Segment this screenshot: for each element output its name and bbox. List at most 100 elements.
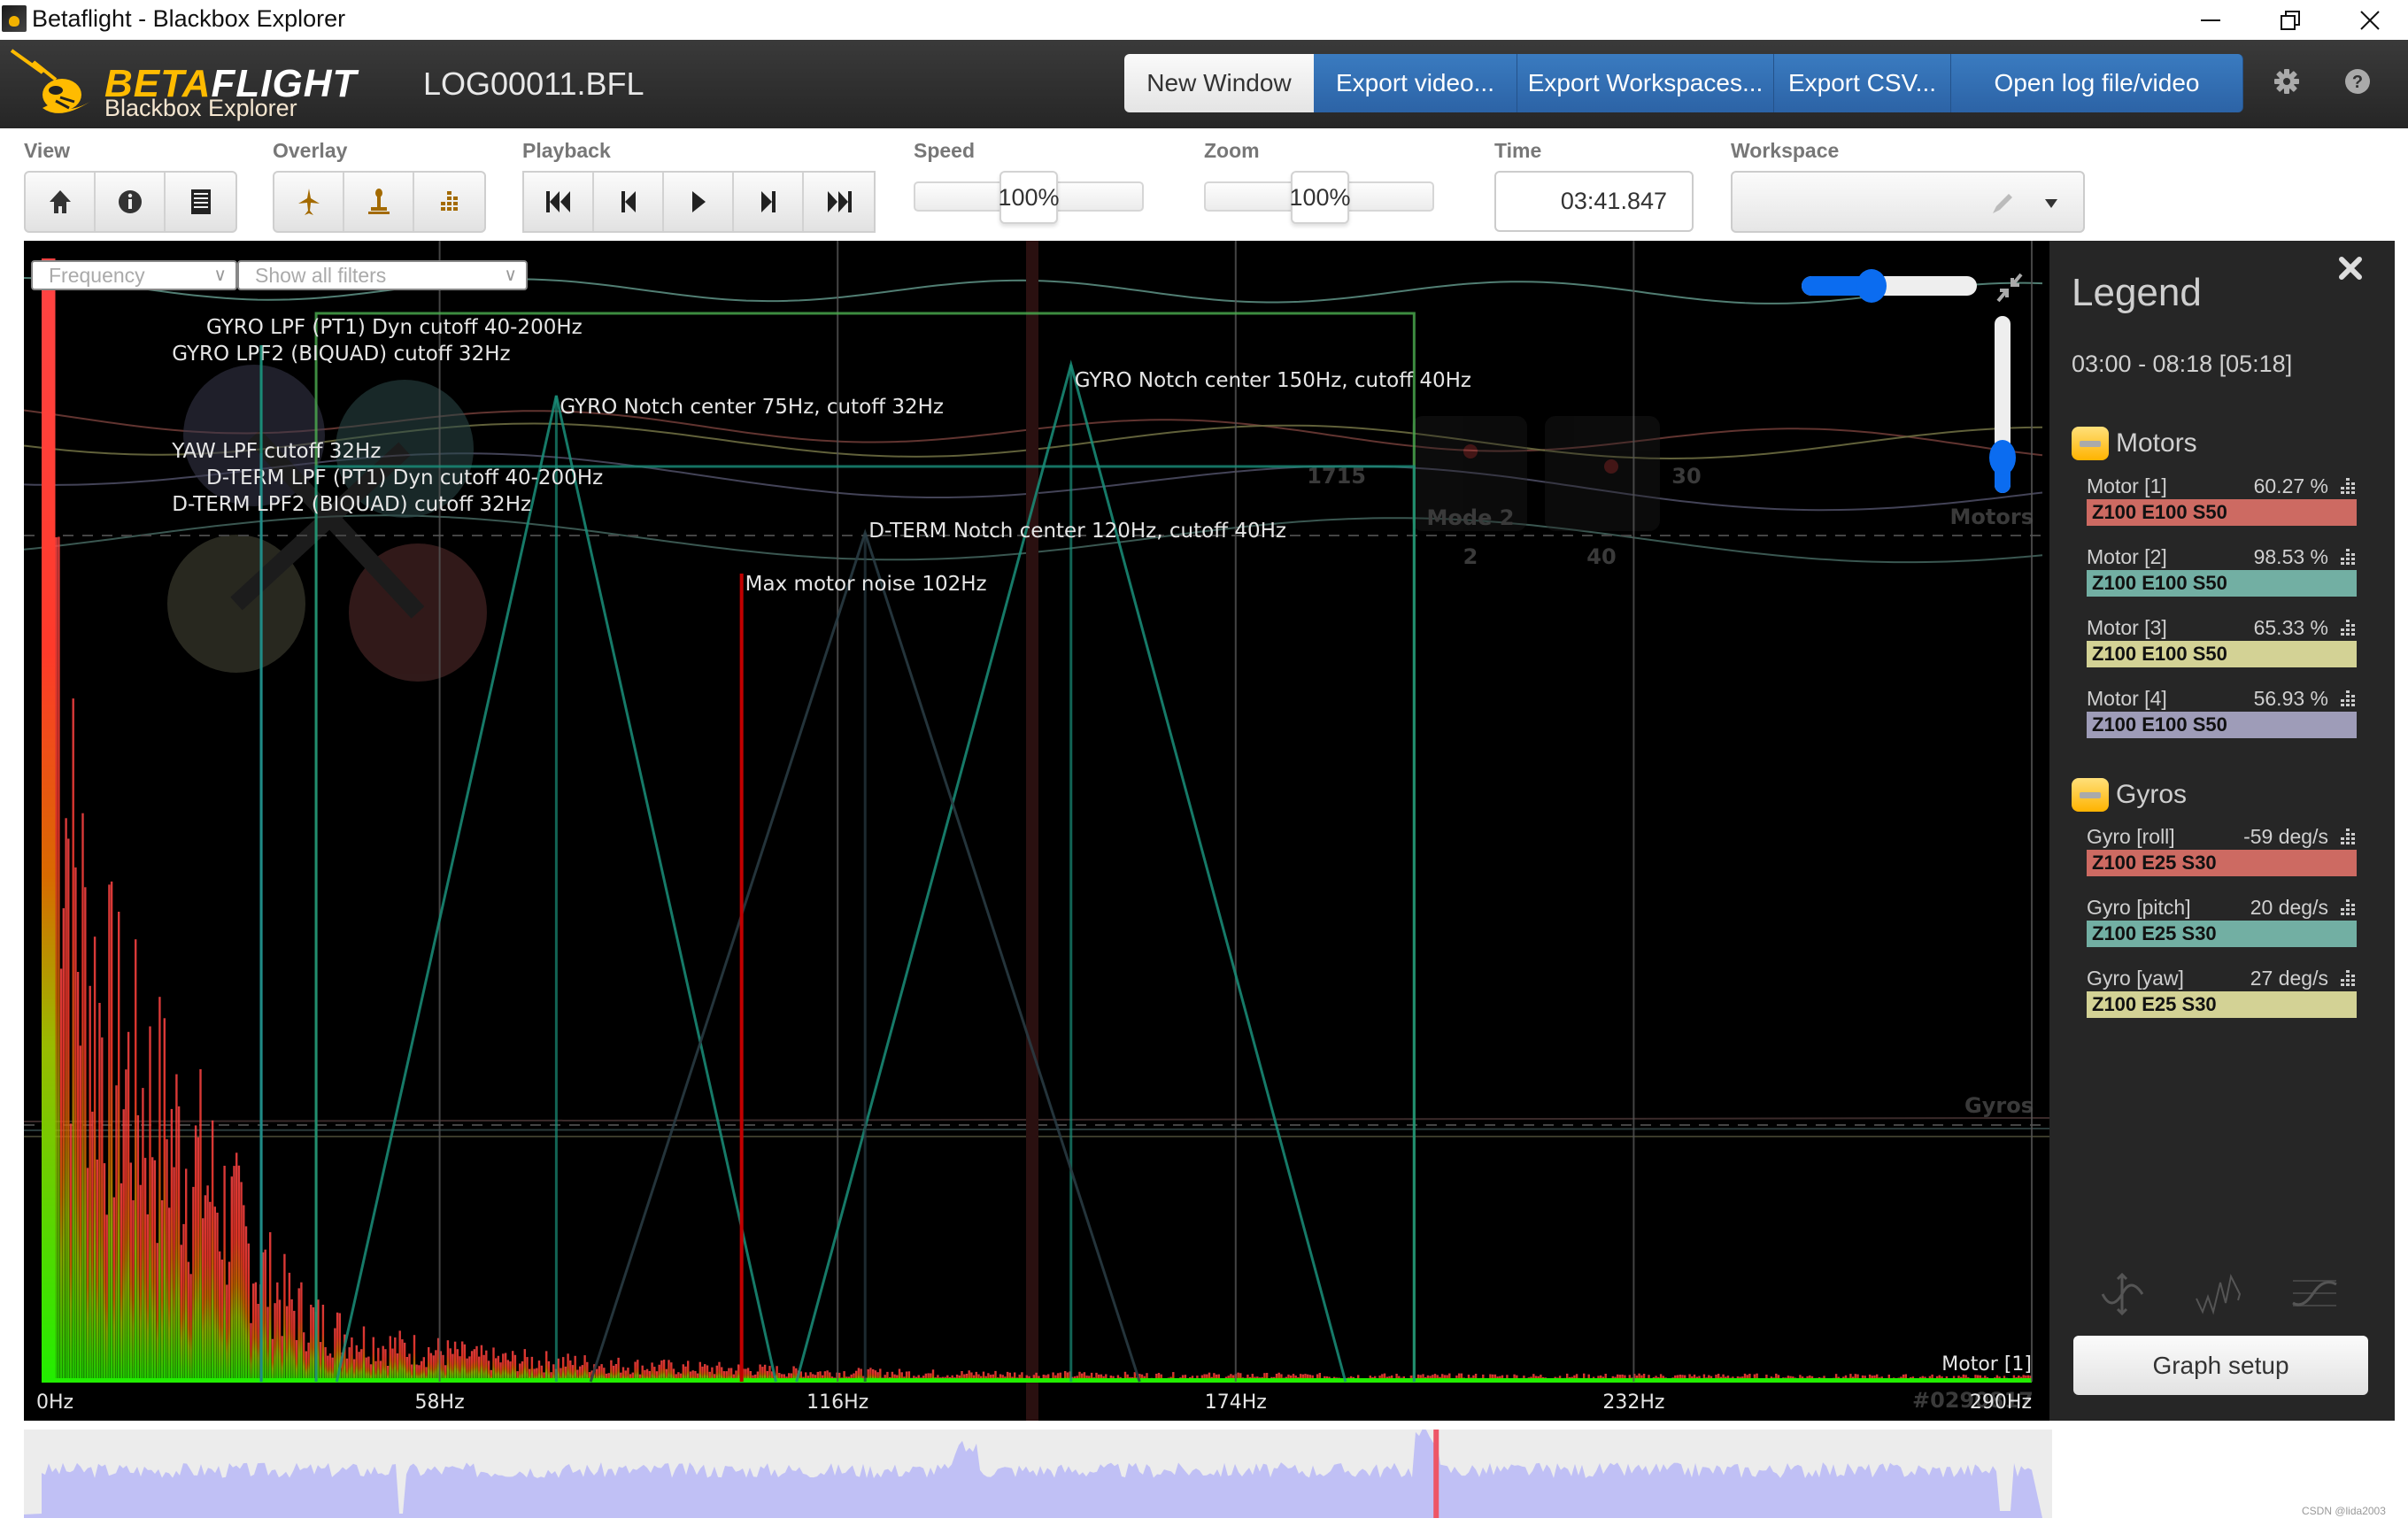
legend-group-motors[interactable]: Motors	[2072, 425, 2197, 462]
spectrum-icon[interactable]	[2339, 619, 2357, 636]
spectrum-bar	[442, 1354, 444, 1382]
spectrum-bar	[334, 1328, 336, 1382]
analyser-zoom-y-slider[interactable]	[1989, 316, 2016, 493]
sticks-overlay-button[interactable]	[344, 173, 414, 231]
help-button[interactable]: ?	[2340, 64, 2375, 99]
chevron-down-icon: ∨	[213, 266, 227, 285]
legend-item-setting[interactable]: Z100 E25 S30	[2087, 991, 2357, 1018]
legend-item-setting[interactable]: Z100 E100 S50	[2087, 499, 2357, 526]
spectrum-icon[interactable]	[2339, 690, 2357, 707]
minimize-button[interactable]	[2171, 0, 2250, 40]
legend-group-gyros[interactable]: Gyros	[2072, 776, 2187, 813]
speed-slider-handle[interactable]: 100%	[998, 171, 1060, 224]
joystick-icon	[367, 189, 390, 214]
collapse-toggle-icon[interactable]	[2072, 778, 2109, 812]
spectrum-bar	[382, 1345, 384, 1382]
new-window-button[interactable]: New Window	[1124, 54, 1314, 112]
filter-label: GYRO Notch center 150Hz, cutoff 40Hz	[1075, 369, 1471, 392]
legend-item[interactable]: Motor [3] 65.33 % Z100 E100 S50	[2087, 614, 2357, 667]
legend-item[interactable]: Gyro [roll] -59 deg/s Z100 E25 S30	[2087, 823, 2357, 876]
graph-setup-button[interactable]: Graph setup	[2073, 1336, 2368, 1395]
analyser-zoom-x-slider[interactable]	[1802, 269, 1977, 303]
spectrum-bar	[367, 1356, 370, 1382]
legend-item[interactable]: Motor [4] 56.93 % Z100 E100 S50	[2087, 685, 2357, 738]
step-forward-button[interactable]	[734, 173, 804, 231]
filter-label: D-TERM Notch center 120Hz, cutoff 40Hz	[868, 520, 1286, 543]
play-button[interactable]	[664, 173, 734, 231]
legend-close-button[interactable]	[2339, 253, 2362, 288]
minimap-cursor[interactable]	[1433, 1430, 1439, 1518]
legend-item-setting[interactable]: Z100 E100 S50	[2087, 712, 2357, 738]
chevron-down-icon[interactable]	[2044, 198, 2058, 209]
legend-item[interactable]: Motor [1] 60.27 % Z100 E100 S50	[2087, 473, 2357, 526]
spectrum-bar	[461, 1341, 464, 1382]
export-workspaces-button[interactable]: Export Workspaces...	[1517, 54, 1774, 112]
filter-label: D-TERM LPF (PT1) Dyn cutoff 40-200Hz	[206, 466, 603, 489]
legend-item[interactable]: Gyro [yaw] 27 deg/s Z100 E25 S30	[2087, 965, 2357, 1018]
spectrum-icon[interactable]	[2339, 969, 2357, 987]
log-seek-bar[interactable]	[24, 1429, 2052, 1518]
legend-item-label: Gyro [roll]	[2087, 824, 2175, 848]
restore-icon	[2281, 10, 2300, 30]
restore-button[interactable]	[2250, 0, 2330, 40]
spectrum-bar	[545, 1351, 548, 1382]
spectrum-icon[interactable]	[2339, 828, 2357, 845]
filter-mode-select[interactable]: Show all filters ∨	[237, 260, 528, 290]
spectrum-bar	[446, 1340, 450, 1382]
spectrum-icon[interactable]	[2339, 477, 2357, 495]
export-video-button[interactable]: Export video...	[1314, 54, 1517, 112]
analyser-overlay-button[interactable]	[414, 173, 484, 231]
zoom-slider-handle[interactable]: 100%	[1289, 171, 1351, 224]
spectrum-icon[interactable]	[2339, 898, 2357, 916]
legend-item-setting[interactable]: Z100 E100 S50	[2087, 570, 2357, 597]
legend-item-setting[interactable]: Z100 E100 S50	[2087, 641, 2357, 667]
compress-icon[interactable]	[1996, 273, 2023, 303]
legend-item[interactable]: Gyro [pitch] 20 deg/s Z100 E25 S30	[2087, 894, 2357, 947]
spectrum-bar	[271, 1338, 274, 1382]
frequency-analyser-chart: 1715 Mode 2 2 40 30 Motors Gyros #029081…	[24, 241, 2052, 1421]
settings-button[interactable]	[2269, 64, 2304, 99]
spectrum-bar	[244, 1226, 248, 1382]
legend-item-setting[interactable]: Z100 E25 S30	[2087, 850, 2357, 876]
spectrum-bar	[135, 939, 137, 1382]
legend-item-label: Gyro [yaw]	[2087, 966, 2184, 990]
collapse-toggle-icon[interactable]	[2072, 427, 2109, 460]
spectrum-bar	[250, 1322, 252, 1382]
home-button[interactable]	[26, 173, 96, 231]
betaflight-logo-icon	[10, 49, 91, 113]
time-input[interactable]: 03:41.847	[1494, 171, 1694, 232]
spectrum-bar	[42, 258, 56, 1382]
legend-item[interactable]: Motor [2] 98.53 % Z100 E100 S50	[2087, 543, 2357, 597]
analyser-zoom-y-handle[interactable]	[1989, 440, 2016, 475]
spectrum-bar	[310, 1305, 313, 1382]
step-back-button[interactable]	[594, 173, 664, 231]
log-table-button[interactable]	[166, 173, 235, 231]
workspace-select[interactable]	[1731, 171, 2085, 233]
close-window-button[interactable]	[2330, 0, 2408, 40]
playback-button-group	[522, 171, 876, 233]
motors-ghost-label: Motors	[1950, 505, 2034, 529]
legend-panel: Legend 03:00 - 08:18 [05:18] Motors Moto…	[2049, 241, 2395, 1421]
craft-overlay-button[interactable]	[274, 173, 344, 231]
spectrum-icon[interactable]	[2339, 548, 2357, 566]
legend-item-value: 60.27 %	[2253, 474, 2328, 497]
open-log-button[interactable]: Open log file/video	[1951, 54, 2243, 112]
legend-item-setting[interactable]: Z100 E25 S30	[2087, 921, 2357, 947]
legend-item-header: Gyro [pitch] 20 deg/s	[2087, 894, 2357, 921]
log-file-name: LOG00011.BFL	[423, 66, 644, 102]
chevron-down-icon: ∨	[504, 266, 517, 285]
export-csv-button[interactable]: Export CSV...	[1774, 54, 1951, 112]
spectrum-bar	[125, 1069, 127, 1382]
spectrum-bar	[351, 1337, 353, 1382]
spectrum-bar	[55, 537, 58, 1382]
graph-canvas[interactable]: 1715 Mode 2 2 40 30 Motors Gyros #029081…	[24, 241, 2052, 1421]
zoom-graph-icon[interactable]	[2098, 1272, 2147, 1316]
smoothing-icon[interactable]	[2194, 1272, 2242, 1316]
edit-pencil-icon[interactable]	[1989, 190, 2016, 217]
expo-icon[interactable]	[2290, 1272, 2339, 1316]
spectrum-bar	[160, 1200, 164, 1382]
analyser-mode-select[interactable]: Frequency ∨	[31, 260, 237, 290]
info-button[interactable]	[96, 173, 166, 231]
jump-end-button[interactable]	[804, 173, 874, 231]
jump-start-button[interactable]	[524, 173, 594, 231]
